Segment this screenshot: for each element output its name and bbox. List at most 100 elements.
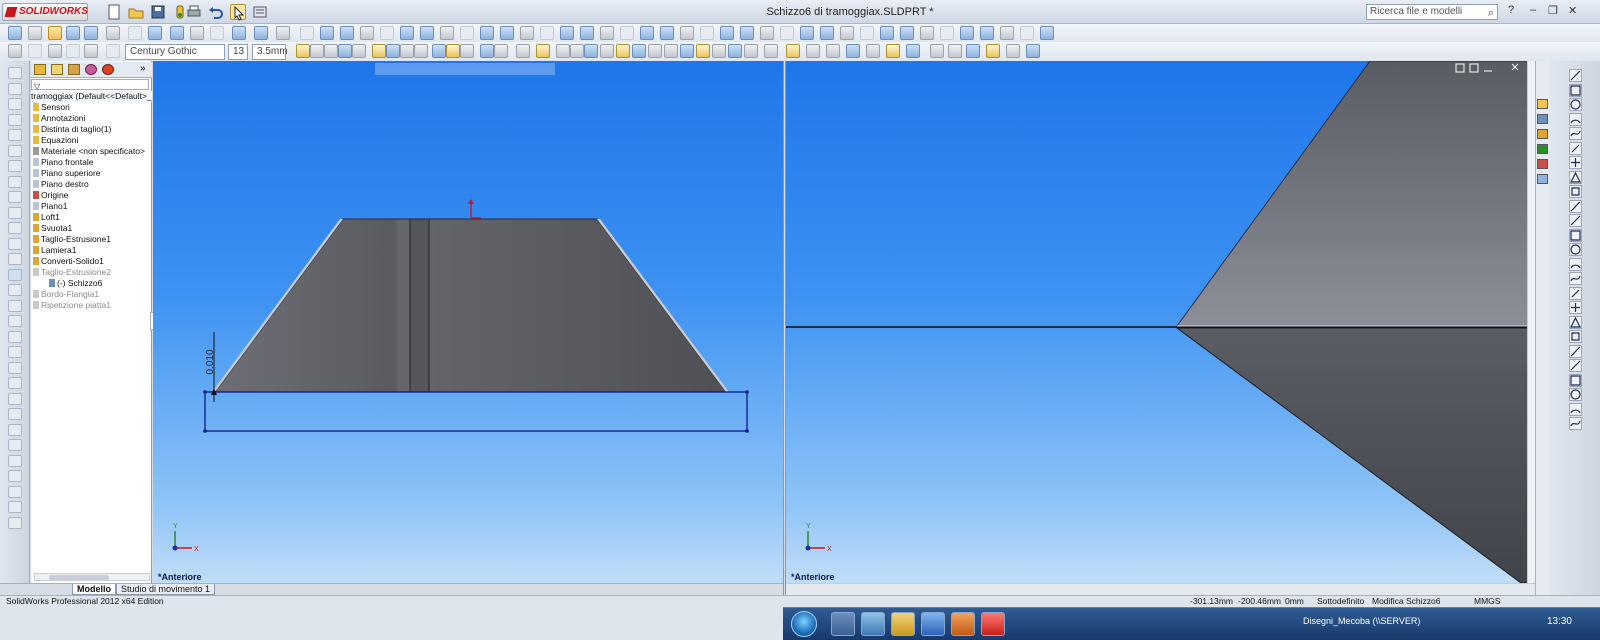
side-tool-button[interactable] [8, 516, 22, 529]
toolbar-button[interactable] [420, 26, 434, 40]
tree-item[interactable]: Distinta di taglio(1) [31, 124, 152, 135]
options-icon[interactable] [252, 4, 268, 20]
taskbar-folder-icon[interactable] [891, 612, 915, 636]
tree-filter-input[interactable]: ▽ [31, 79, 149, 91]
toolbar-button[interactable] [400, 26, 414, 40]
side-tool-button[interactable] [8, 222, 22, 234]
toolbar-button[interactable] [536, 44, 550, 58]
toolbar-button[interactable] [1040, 26, 1054, 40]
tree-horizontal-scrollbar[interactable] [34, 573, 150, 581]
toolbar-button[interactable] [920, 26, 934, 40]
toolbar-button[interactable] [48, 44, 62, 58]
task-pane-tab-icon[interactable] [1537, 174, 1548, 184]
part-face-lower[interactable] [1175, 327, 1528, 583]
sketch-tool-icon[interactable] [1569, 69, 1582, 82]
taskbar-app2-icon[interactable] [951, 612, 975, 636]
tree-item[interactable]: Taglio-Estrusione1 [31, 234, 152, 245]
toolbar-button[interactable] [840, 26, 854, 40]
font-name-select[interactable]: Century Gothic [125, 44, 225, 60]
toolbar-button[interactable] [480, 26, 494, 40]
task-pane-tab-icon[interactable] [1537, 129, 1548, 139]
toolbar-button[interactable] [680, 26, 694, 40]
toolbar-button[interactable] [940, 26, 954, 40]
sketch-tool-icon[interactable] [1569, 373, 1582, 387]
toolbar-button[interactable] [480, 44, 494, 58]
toolbar-button[interactable] [460, 26, 474, 40]
side-tool-button[interactable] [8, 191, 22, 203]
toolbar-button[interactable] [48, 26, 62, 40]
toolbar-button[interactable] [8, 26, 22, 40]
toolbar-button[interactable] [860, 26, 874, 40]
side-tool-button[interactable] [8, 160, 22, 172]
toolbar-button[interactable] [372, 44, 386, 58]
toolbar-button[interactable] [8, 44, 22, 58]
side-tool-button[interactable] [8, 237, 22, 250]
toolbar-button[interactable] [760, 26, 774, 40]
toolbar-button[interactable] [432, 44, 446, 58]
toolbar-button[interactable] [980, 26, 994, 40]
tree-item[interactable]: Piano1 [31, 201, 152, 212]
toolbar-button[interactable] [640, 26, 654, 40]
toolbar-button[interactable] [66, 26, 80, 40]
side-tool-button[interactable] [8, 392, 22, 405]
minimize-button[interactable]: – [1530, 4, 1536, 16]
tab-studio-di-movimento[interactable]: Studio di movimento 1 [116, 584, 216, 595]
side-tool-button[interactable] [8, 361, 22, 374]
toolbar-button[interactable] [66, 44, 80, 58]
heads-up-view-toolbar[interactable] [375, 63, 555, 75]
line-height-select[interactable]: 3.5mm [252, 44, 288, 60]
toolbar-button[interactable] [460, 44, 474, 58]
toolbar-button[interactable] [232, 26, 246, 40]
toolbar-button[interactable] [620, 26, 634, 40]
sketch-tool-icon[interactable] [1569, 141, 1582, 155]
viewport-right[interactable]: Y X *Anteriore [786, 61, 1528, 583]
toolbar-button[interactable] [190, 26, 204, 40]
side-tool-button[interactable] [8, 67, 22, 79]
toolbar-button[interactable] [380, 26, 394, 40]
toolbar-button[interactable] [1006, 44, 1020, 58]
tree-item[interactable]: Materiale <non specificato> [31, 146, 152, 157]
side-tool-button[interactable] [8, 268, 22, 281]
toolbar-button[interactable] [600, 44, 614, 58]
sketch-tool-icon[interactable] [1569, 156, 1582, 169]
toolbar-button[interactable] [28, 44, 42, 58]
sketch-tool-icon[interactable] [1569, 388, 1582, 401]
toolbar-button[interactable] [820, 26, 834, 40]
toolbar-button[interactable] [556, 44, 570, 58]
property-manager-tab-icon[interactable] [51, 64, 63, 75]
configuration-tab-icon[interactable] [68, 64, 80, 75]
side-tool-button[interactable] [8, 501, 22, 513]
toolbar-button[interactable] [1020, 26, 1034, 40]
feature-tree-tab-icon[interactable] [34, 64, 46, 75]
side-tool-button[interactable] [8, 113, 22, 126]
sketch-point[interactable] [203, 429, 207, 433]
status-units[interactable]: MMGS [1474, 596, 1500, 607]
toolbar-button[interactable] [780, 26, 794, 40]
print-icon[interactable] [186, 4, 202, 20]
toolbar-button[interactable] [728, 44, 742, 58]
toolbar-button[interactable] [966, 44, 980, 58]
toolbar-button[interactable] [210, 26, 224, 40]
toolbar-button[interactable] [446, 44, 460, 58]
toolbar-button[interactable] [764, 44, 778, 58]
toolbar-button[interactable] [580, 26, 594, 40]
tree-item[interactable]: Bordo-Flangia1 [31, 289, 152, 300]
front-view-canvas[interactable]: 0,010 Y X [153, 61, 783, 583]
tree-item[interactable]: Sensori [31, 102, 152, 113]
toolbar-button[interactable] [826, 44, 840, 58]
toolbar-button[interactable] [806, 44, 820, 58]
restore-button[interactable]: ❐ [1548, 4, 1558, 17]
sketch-tool-icon[interactable] [1569, 344, 1582, 358]
sketch-tool-icon[interactable] [1569, 199, 1582, 213]
sketch-point[interactable] [203, 390, 207, 394]
hopper-face[interactable] [214, 218, 727, 393]
toolbar-button[interactable] [300, 26, 314, 40]
tree-item[interactable]: Taglio-Estrusione2 [31, 267, 152, 278]
toolbar-button[interactable] [660, 26, 674, 40]
taskbar-explorer-icon[interactable] [861, 612, 885, 636]
tree-item[interactable]: Origine [31, 190, 152, 201]
toolbar-button[interactable] [560, 26, 574, 40]
toolbar-button[interactable] [28, 26, 42, 40]
sketch-tool-icon[interactable] [1569, 112, 1582, 126]
toolbar-button[interactable] [1026, 44, 1040, 58]
